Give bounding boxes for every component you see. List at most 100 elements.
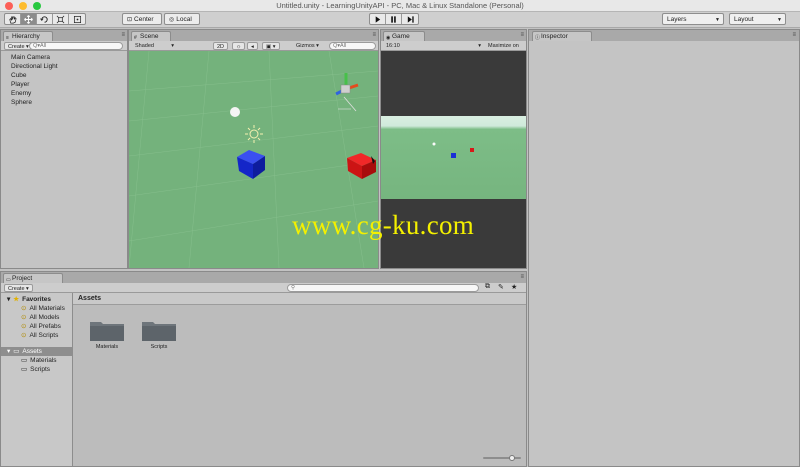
tab-game[interactable]: ◉ Game <box>383 31 425 41</box>
play-button[interactable] <box>370 14 386 24</box>
icon-size-slider-track[interactable] <box>483 457 521 459</box>
panel-menu-icon[interactable]: ≡ <box>520 32 524 38</box>
hierarchy-item-main-camera[interactable]: Main Camera <box>11 53 58 62</box>
favorite-all-models[interactable]: ⊙ All Models <box>21 313 59 322</box>
tab-scene[interactable]: # Scene <box>131 31 171 41</box>
main-toolbar: ⊡ Center ◎ Local Layers ▼ Layout ▼ <box>0 12 800 28</box>
scale-tool-button[interactable] <box>53 14 69 24</box>
search-icon: ⚲ <box>291 285 296 291</box>
assets-folder[interactable]: ▾ ▭ Assets <box>7 347 42 356</box>
materials-folder-label: Materials <box>95 344 119 350</box>
window-title: Untitled.unity - LearningUnityAPI - PC, … <box>276 1 524 10</box>
hierarchy-item-directional-light[interactable]: Directional Light <box>11 62 58 71</box>
folder-icon: ▭ <box>21 357 28 364</box>
hierarchy-item-cube[interactable]: Cube <box>11 71 58 80</box>
hierarchy-item-player[interactable]: Player <box>11 80 58 89</box>
pivot-toggle-button[interactable]: ⊡ Center <box>122 13 162 25</box>
tab-scene-label: Scene <box>140 33 159 40</box>
rotate-icon <box>40 15 48 23</box>
tab-hierarchy-label: Hierarchy <box>12 33 40 40</box>
rect-tool-button[interactable] <box>69 14 85 24</box>
tab-hierarchy[interactable]: ≡ Hierarchy <box>3 31 53 41</box>
search-folder-icon: ⊙ <box>21 323 27 330</box>
scene-search-input[interactable]: Q▾All <box>329 42 376 50</box>
favorite-all-scripts[interactable]: ⊙ All Scripts <box>21 331 58 340</box>
playback-controls <box>369 13 419 25</box>
info-icon: ⓘ <box>535 35 541 41</box>
hierarchy-item-sphere[interactable]: Sphere <box>11 98 58 107</box>
step-button[interactable] <box>402 14 418 24</box>
materials-folder-icon[interactable] <box>89 318 125 342</box>
scripts-folder-icon[interactable] <box>141 318 177 342</box>
maximize-on-play-toggle[interactable]: Maximize on <box>485 42 522 50</box>
scene-audio-toggle[interactable]: ◂ <box>247 42 258 50</box>
disclosure-triangle-icon: ▾ <box>7 296 11 303</box>
pivot-label: Center <box>134 15 154 23</box>
window-title-bar: Untitled.unity - LearningUnityAPI - PC, … <box>0 0 800 12</box>
assets-browser: Assets Materials Scripts <box>73 293 526 466</box>
rect-transform-icon <box>73 15 81 23</box>
space-toggle-button[interactable]: ◎ Local <box>164 13 200 25</box>
hand-tool-button[interactable] <box>5 14 21 24</box>
2d-toggle-button[interactable]: 2D <box>213 42 229 50</box>
layout-label: Layout <box>734 15 754 23</box>
icon-size-slider-knob[interactable] <box>508 455 515 461</box>
scene-lighting-toggle[interactable]: ☼ <box>232 42 246 50</box>
layout-dropdown[interactable]: Layout ▼ <box>729 13 786 25</box>
gizmos-dropdown[interactable]: Gizmos ▾ <box>293 42 322 50</box>
project-create-dropdown[interactable]: Create ▾ <box>4 284 33 292</box>
scene-effects-dropdown[interactable]: ▣ ▾ <box>262 42 280 50</box>
layers-dropdown[interactable]: Layers ▼ <box>662 13 724 25</box>
disclosure-triangle-icon: ▾ <box>7 348 11 355</box>
project-folder-tree: ▾ ★ Favorites ⊙ All Materials ⊙ All Models… <box>1 293 73 466</box>
filter-by-label-icon[interactable]: ✎ <box>498 283 504 291</box>
watermark-text: www.cg-ku.com <box>292 210 475 240</box>
tree-folder-materials[interactable]: ▭ Materials <box>21 356 57 365</box>
player-cube[interactable] <box>237 150 265 179</box>
favorite-star-icon[interactable]: ★ <box>511 283 517 291</box>
tab-game-label: Game <box>392 33 410 40</box>
folder-icon: ▭ <box>21 366 28 373</box>
panel-menu-icon[interactable]: ≡ <box>121 32 125 38</box>
shading-mode-dropdown[interactable]: Shaded ▾ <box>132 42 176 50</box>
filter-by-type-icon[interactable]: ⧉ <box>485 283 490 291</box>
center-pivot-icon: ⊡ <box>127 16 133 23</box>
tab-inspector[interactable]: ⓘ Inspector <box>532 31 592 41</box>
hand-icon <box>9 15 17 23</box>
hierarchy-search-input[interactable]: Q▾All <box>29 42 123 50</box>
sun-icon: ☼ <box>236 44 242 50</box>
favorite-all-prefabs[interactable]: ⊙ All Prefabs <box>21 322 61 331</box>
tab-project[interactable]: ▭ Project <box>3 273 63 283</box>
project-search-input[interactable]: ⚲ <box>287 284 479 292</box>
game-sphere <box>432 142 436 146</box>
search-folder-icon: ⊙ <box>21 314 27 321</box>
move-tool-button[interactable] <box>21 14 37 24</box>
game-red-cube <box>470 148 474 152</box>
folder-icon: ▭ <box>13 348 20 355</box>
chevron-down-icon: ▼ <box>715 17 720 23</box>
pause-icon <box>391 15 396 23</box>
project-panel: ▭ Project ≡ Create ▾ ⚲ ⧉ ✎ ★ ▾ ★ Favorit… <box>0 271 527 467</box>
scripts-folder-label: Scripts <box>150 344 168 350</box>
search-folder-icon: ⊙ <box>21 305 27 312</box>
panel-menu-icon[interactable]: ≡ <box>520 274 524 280</box>
speaker-icon: ◂ <box>251 44 254 50</box>
panel-menu-icon[interactable]: ≡ <box>792 32 796 38</box>
rotate-tool-button[interactable] <box>37 14 53 24</box>
game-blue-cube <box>451 153 456 158</box>
move-arrows-icon <box>24 14 33 24</box>
favorites-group[interactable]: ▾ ★ Favorites <box>7 295 51 304</box>
aspect-ratio-dropdown[interactable]: 16:10 ▾ <box>383 42 483 50</box>
tree-folder-scripts[interactable]: ▭ Scripts <box>21 365 50 374</box>
sphere-object[interactable] <box>230 107 240 117</box>
panel-menu-icon[interactable]: ≡ <box>372 32 376 38</box>
camera-gizmo[interactable] <box>335 73 359 112</box>
local-space-icon: ◎ <box>169 16 175 23</box>
play-icon <box>375 15 381 23</box>
space-label: Local <box>176 15 192 23</box>
assets-breadcrumb: Assets <box>73 293 526 305</box>
hierarchy-item-enemy[interactable]: Enemy <box>11 89 58 98</box>
favorite-all-materials[interactable]: ⊙ All Materials <box>21 304 65 313</box>
hierarchy-list: Main Camera Directional Light Cube Playe… <box>11 53 58 107</box>
pause-button[interactable] <box>386 14 402 24</box>
